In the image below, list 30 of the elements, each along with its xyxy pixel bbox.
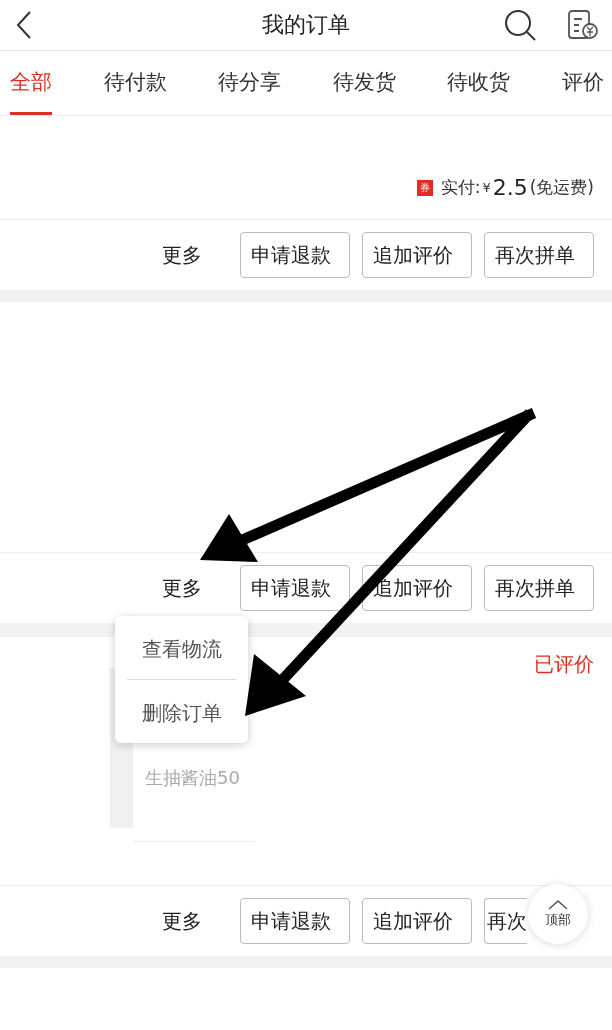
more-link[interactable]: 更多	[162, 574, 202, 602]
currency-sign: ¥	[482, 180, 491, 195]
action-button[interactable]: 追加评价	[362, 898, 472, 944]
action-button[interactable]: 申请退款	[240, 898, 350, 944]
payment-amount: 2.5	[492, 175, 528, 200]
action-button[interactable]: 再次拼单	[484, 232, 594, 278]
more-link[interactable]: 更多	[162, 907, 202, 935]
more-link[interactable]: 更多	[162, 241, 202, 269]
action-button[interactable]: 申请退款	[240, 565, 350, 611]
menu-item[interactable]: 删除订单	[141, 680, 222, 743]
search-icon[interactable]	[504, 9, 536, 41]
bill-icon[interactable]	[566, 9, 598, 41]
order-status: 已评价	[534, 651, 594, 678]
product-title: 生抽酱油50	[145, 766, 241, 790]
back-icon[interactable]	[14, 9, 34, 41]
coupon-badge: 券	[416, 179, 433, 196]
tab[interactable]: 待发货	[332, 51, 396, 115]
page-title: 我的订单	[262, 11, 350, 39]
payment-label: 实付:	[440, 176, 481, 199]
tab[interactable]: 评价	[561, 51, 604, 115]
tab[interactable]: 待收货	[447, 51, 511, 115]
shipping-note: (免运费)	[529, 176, 594, 199]
tab[interactable]: 待付款	[103, 51, 167, 115]
action-button[interactable]: 追加评价	[362, 232, 472, 278]
tab[interactable]: 待分享	[218, 51, 282, 115]
action-button[interactable]: 再次	[484, 898, 527, 944]
caret-icon	[547, 899, 569, 911]
action-button[interactable]: 申请退款	[240, 232, 350, 278]
menu-item[interactable]: 查看物流	[141, 616, 222, 679]
action-button[interactable]: 再次拼单	[484, 565, 594, 611]
